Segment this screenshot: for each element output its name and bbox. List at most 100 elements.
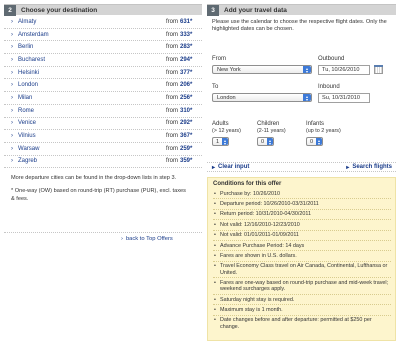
conditions-title: Conditions for this offer xyxy=(213,181,282,187)
condition-item: • Maximum stay is 1 month. xyxy=(213,305,391,316)
from-value: New York xyxy=(217,66,241,73)
city-name[interactable]: Bucharest xyxy=(18,57,154,63)
bullet-icon: • xyxy=(214,263,216,270)
calendar-icon[interactable] xyxy=(374,65,383,74)
from-label: from xyxy=(166,158,178,165)
outbound-date-field[interactable]: Tu, 10/26/2010 xyxy=(318,65,370,75)
list-item[interactable]: › Helsinki from 377* xyxy=(4,67,202,80)
city-name[interactable]: Helsinki xyxy=(18,70,154,76)
children-label: Children xyxy=(257,121,280,127)
back-link-label[interactable]: back to Top Offers xyxy=(126,236,173,242)
condition-text: Saturday night stay is required. xyxy=(220,296,295,303)
travel-data-panel: 3 Add your travel data Please use the ca… xyxy=(207,4,396,341)
list-item[interactable]: › Amsterdam from 333* xyxy=(4,29,202,42)
list-item[interactable]: › Zagreb from 359* xyxy=(4,156,202,169)
condition-text: Return period: 10/31/2010-04/30/2011 xyxy=(220,211,312,218)
chevron-right-icon: › xyxy=(11,133,13,140)
price: 256* xyxy=(180,94,193,101)
bullet-icon: • xyxy=(214,296,216,303)
children-select[interactable]: 0 ▴ ▾ xyxy=(257,137,274,146)
list-item[interactable]: › London from 206* xyxy=(4,79,202,93)
bullet-icon: • xyxy=(214,200,216,207)
chevron-right-icon: › xyxy=(11,56,13,63)
city-name[interactable]: Milan xyxy=(18,95,154,101)
destination-list: › Almaty from 631* › Amsterdam from 333* › Berl… xyxy=(4,16,202,169)
to-select[interactable]: London ▴ ▾ xyxy=(212,93,312,102)
chevron-right-icon: › xyxy=(11,18,13,25)
from-select[interactable]: New York ▴ ▾ xyxy=(212,65,312,74)
bullet-icon: • xyxy=(214,221,216,228)
infants-select[interactable]: 0 ▴ ▾ xyxy=(306,137,323,146)
bullet-icon: • xyxy=(214,211,216,218)
from-label: from xyxy=(166,69,178,76)
condition-item: • Return period: 10/31/2010-04/30/2011 xyxy=(213,210,391,221)
inbound-label: Inbound xyxy=(318,84,340,90)
price: 377* xyxy=(180,69,193,76)
chevron-right-icon: › xyxy=(11,120,13,127)
clear-input-label[interactable]: Clear input xyxy=(218,164,249,170)
price: 310* xyxy=(180,107,193,114)
bullet-icon: • xyxy=(214,317,216,324)
from-label: from xyxy=(166,82,178,89)
list-item[interactable]: › Rome from 310* xyxy=(4,105,202,118)
city-name[interactable]: Almaty xyxy=(18,19,154,25)
clear-input-button[interactable]: ▸ Clear input xyxy=(212,164,249,171)
adults-age-range: (> 12 years) xyxy=(212,128,241,134)
select-arrows-icon: ▴ ▾ xyxy=(303,94,311,101)
city-name[interactable]: London xyxy=(18,82,154,88)
city-name[interactable]: Zagreb xyxy=(18,158,154,164)
fare-footnote: * One-way (OW) based on round-trip (RT) … xyxy=(11,188,186,202)
select-arrows-icon: ▴ ▾ xyxy=(303,66,311,73)
bullet-icon: • xyxy=(214,252,216,259)
departure-note: More departure cities can be found in th… xyxy=(11,175,177,182)
travel-data-header: 3 Add your travel data xyxy=(207,4,396,16)
condition-text: Travel Economy Class travel on Air Canad… xyxy=(220,263,388,276)
infants-value: 0 xyxy=(310,138,314,145)
city-name[interactable]: Rome xyxy=(18,108,154,114)
destination-title: Choose your destination xyxy=(21,6,98,14)
condition-text: Advance Purchase Period: 14 days xyxy=(220,242,305,249)
city-name[interactable]: Venice xyxy=(18,120,154,126)
chevron-right-icon: › xyxy=(11,107,13,114)
condition-text: Maximum stay is 1 month. xyxy=(220,306,283,313)
list-item[interactable]: › Almaty from 631* xyxy=(4,16,202,29)
divider xyxy=(4,232,202,233)
chevron-right-icon: › xyxy=(11,82,13,89)
list-item[interactable]: › Bucharest from 294* xyxy=(4,54,202,67)
chevron-right-icon: › xyxy=(11,158,13,165)
condition-item: • Purchase by: 10/26/2010 xyxy=(213,189,391,200)
list-item[interactable]: › Venice from 292* xyxy=(4,118,202,131)
city-name[interactable]: Amsterdam xyxy=(18,32,154,38)
search-flights-label[interactable]: Search flights xyxy=(352,164,392,170)
city-name[interactable]: Berlin xyxy=(18,44,154,50)
from-label: from xyxy=(166,56,178,63)
list-item[interactable]: › Berlin from 283* xyxy=(4,41,202,55)
city-name[interactable]: Warsaw xyxy=(18,146,154,152)
back-to-top-offers-link[interactable]: › back to Top Offers xyxy=(121,236,173,242)
chevron-right-icon: › xyxy=(11,145,13,152)
price: 259* xyxy=(180,145,193,152)
destination-header: 2 Choose your destination xyxy=(4,4,202,16)
chevron-right-icon: › xyxy=(11,69,13,76)
adults-select[interactable]: 1 ▴ ▾ xyxy=(212,137,229,146)
from-label: from xyxy=(166,44,178,51)
outbound-label: Outbound xyxy=(318,56,345,62)
travel-data-title: Add your travel data xyxy=(224,6,287,14)
children-age-range: (2-11 years) xyxy=(257,128,286,134)
price: 631* xyxy=(180,18,193,25)
chevron-right-icon: › xyxy=(11,94,13,101)
list-item[interactable]: › Milan from 256* xyxy=(4,92,202,105)
bullet-icon: • xyxy=(214,242,216,249)
to-label: To xyxy=(212,84,219,90)
search-flights-button[interactable]: ▸ Search flights xyxy=(346,164,392,171)
inbound-date-field[interactable]: Su, 10/31/2010 xyxy=(318,93,370,103)
from-label: From xyxy=(212,56,226,62)
list-item[interactable]: › Warsaw from 259* xyxy=(4,143,202,156)
list-item[interactable]: › Vilnius from 367* xyxy=(4,130,202,143)
offer-conditions: Conditions for this offer • Purchase by: … xyxy=(207,177,396,341)
city-name[interactable]: Vilnius xyxy=(18,133,154,139)
step-badge: 3 xyxy=(207,4,219,16)
chevron-right-icon: › xyxy=(11,31,13,38)
destination-panel: 2 Choose your destination › Almaty from 631… xyxy=(4,4,202,203)
from-label: from xyxy=(166,31,178,38)
